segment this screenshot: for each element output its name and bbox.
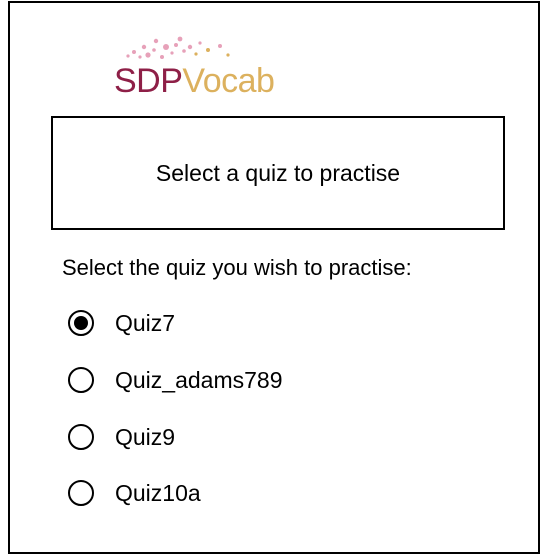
radio-selected-dot [74,316,88,330]
logo-wordmark: SDPVocab [114,61,275,101]
quiz-selection-prompt: Select the quiz you wish to practise: [62,255,412,280]
page-title: Select a quiz to practise [155,159,401,186]
quiz-option-quiz10a[interactable]: Quiz10a [68,473,201,513]
quiz-option-quiz-adams789[interactable]: Quiz_adams789 [68,360,283,400]
logo-text-vocab: Vocab [182,62,275,100]
quiz-option-quiz9[interactable]: Quiz9 [68,417,175,457]
quiz-panel: SDPVocab Select a quiz to practise Selec… [8,1,540,554]
quiz-option-label: Quiz9 [115,423,176,450]
logo-text-sdp: SDP [114,62,183,100]
quiz-option-quiz7[interactable]: Quiz7 [68,303,175,343]
radio-button-quiz10a[interactable] [68,480,94,506]
radio-button-quiz7[interactable] [68,310,94,336]
quiz-option-label: Quiz_adams789 [115,366,283,393]
sdpvocab-logo: SDPVocab [114,35,304,105]
quiz-option-label: Quiz10a [115,479,201,506]
quiz-option-label: Quiz7 [115,309,176,336]
page-title-box: Select a quiz to practise [51,116,505,230]
radio-button-quiz-adams789[interactable] [68,367,94,393]
radio-button-quiz9[interactable] [68,424,94,450]
